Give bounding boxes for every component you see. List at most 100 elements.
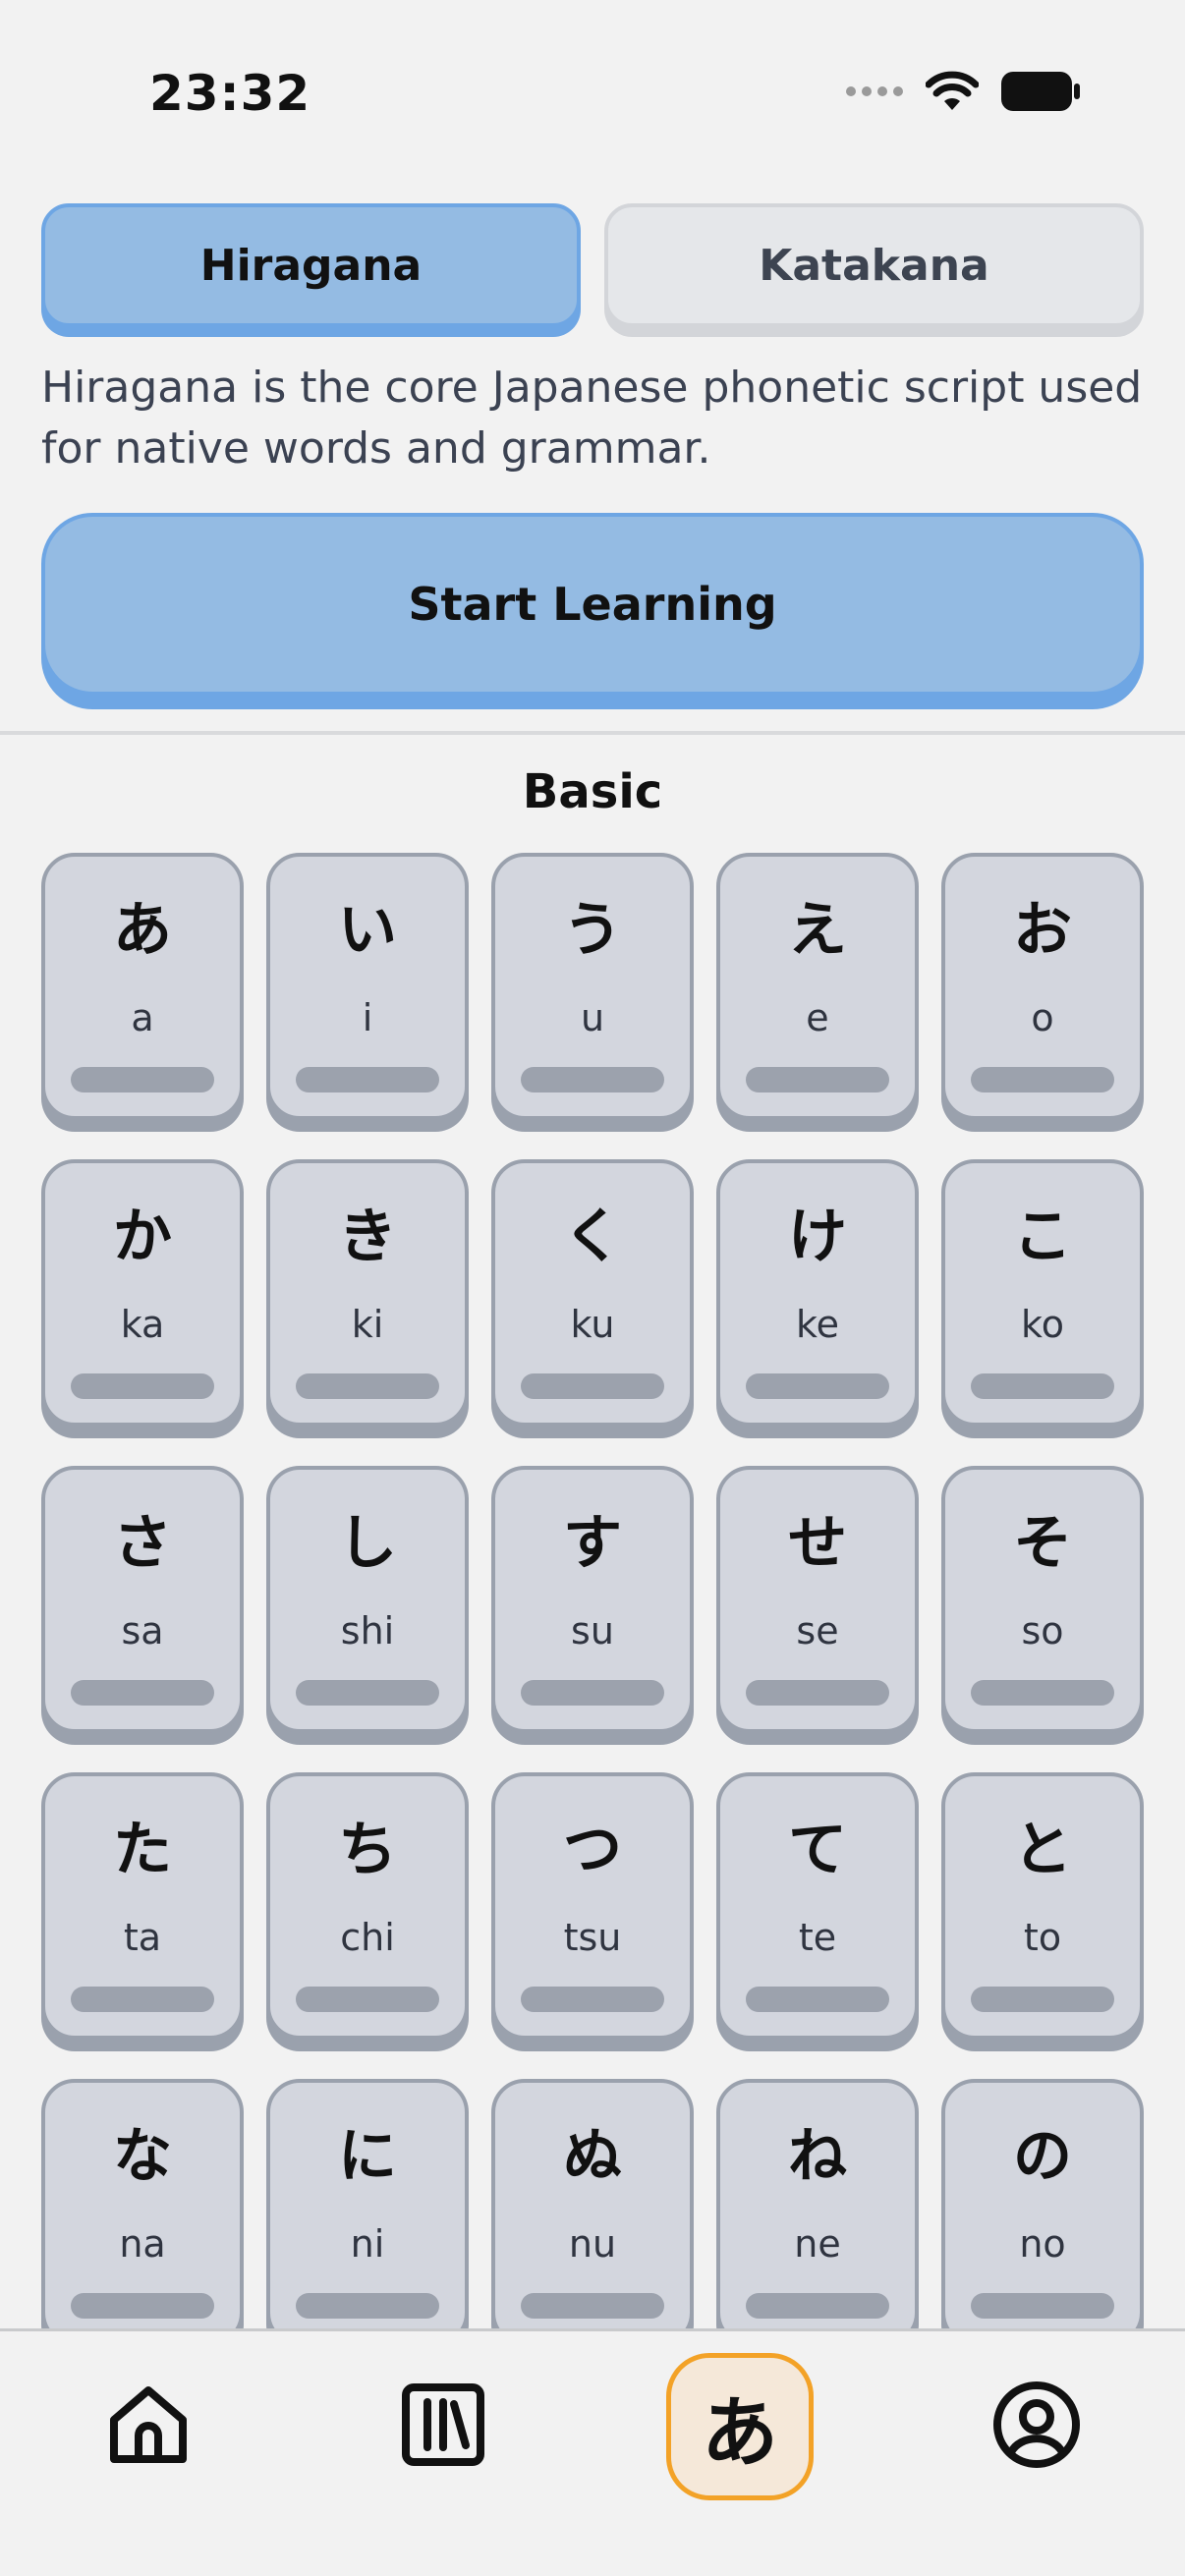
kana-icon: あ bbox=[666, 2353, 814, 2500]
kana-character: な bbox=[113, 2122, 172, 2191]
progress-bar bbox=[971, 2293, 1114, 2319]
romaji-label: a bbox=[131, 996, 154, 1039]
tab-home[interactable] bbox=[75, 2353, 222, 2500]
kana-card[interactable]: た ta bbox=[41, 1772, 244, 2040]
romaji-label: nu bbox=[568, 2222, 617, 2266]
romaji-label: chi bbox=[340, 1916, 395, 1959]
progress-bar bbox=[746, 1680, 889, 1706]
kana-character: し bbox=[338, 1509, 397, 1578]
progress-bar bbox=[746, 1067, 889, 1092]
romaji-label: ke bbox=[795, 1303, 840, 1346]
kana-card[interactable]: て te bbox=[716, 1772, 919, 2040]
status-time: 23:32 bbox=[149, 65, 311, 122]
kana-card[interactable]: えe bbox=[716, 853, 919, 1120]
library-icon bbox=[401, 2382, 485, 2471]
romaji-label: no bbox=[1019, 2222, 1066, 2266]
kana-card[interactable]: さ sa bbox=[41, 1466, 244, 1733]
romaji-label: shi bbox=[340, 1609, 395, 1652]
progress-bar bbox=[521, 1987, 664, 2012]
home-icon bbox=[104, 2380, 193, 2473]
progress-bar bbox=[746, 1987, 889, 2012]
kana-card[interactable]: せ se bbox=[716, 1466, 919, 1733]
kana-card[interactable]: いi bbox=[266, 853, 469, 1120]
progress-bar bbox=[296, 1680, 439, 1706]
romaji-label: ku bbox=[570, 1303, 615, 1346]
kana-character: す bbox=[563, 1509, 622, 1578]
section-divider bbox=[0, 731, 1185, 735]
progress-bar bbox=[71, 1067, 214, 1092]
progress-bar bbox=[71, 1987, 214, 2012]
kana-card[interactable]: す su bbox=[491, 1466, 694, 1733]
romaji-label: e bbox=[806, 996, 829, 1039]
kana-character: に bbox=[338, 2122, 397, 2191]
romaji-label: ne bbox=[794, 2222, 841, 2266]
romaji-label: ki bbox=[351, 1303, 384, 1346]
progress-bar bbox=[971, 1067, 1114, 1092]
kana-card[interactable]: おo bbox=[941, 853, 1144, 1120]
progress-bar bbox=[746, 1373, 889, 1399]
kana-character: か bbox=[113, 1203, 172, 1271]
kana-card[interactable]: に ni bbox=[266, 2079, 469, 2328]
kana-card[interactable]: し shi bbox=[266, 1466, 469, 1733]
kana-character: け bbox=[788, 1203, 847, 1271]
kana-card[interactable]: の no bbox=[941, 2079, 1144, 2328]
kana-card[interactable]: く ku bbox=[491, 1159, 694, 1427]
kana-card[interactable]: あa bbox=[41, 853, 244, 1120]
kana-card[interactable]: ね ne bbox=[716, 2079, 919, 2328]
romaji-label: ta bbox=[123, 1916, 162, 1959]
kana-character: ち bbox=[338, 1816, 397, 1884]
profile-icon bbox=[991, 2380, 1082, 2474]
romaji-label: ni bbox=[350, 2222, 385, 2266]
tab-library[interactable] bbox=[369, 2353, 517, 2500]
progress-bar bbox=[521, 1067, 664, 1092]
progress-bar bbox=[521, 2293, 664, 2319]
kana-card[interactable]: け ke bbox=[716, 1159, 919, 1427]
kana-character: こ bbox=[1013, 1203, 1072, 1271]
kana-character: ぬ bbox=[563, 2122, 622, 2191]
progress-bar bbox=[296, 1067, 439, 1092]
romaji-label: ka bbox=[120, 1303, 165, 1346]
romaji-label: te bbox=[798, 1916, 837, 1959]
kana-character: う bbox=[563, 896, 622, 965]
kana-card[interactable]: か ka bbox=[41, 1159, 244, 1427]
kana-card[interactable]: つ tsu bbox=[491, 1772, 694, 2040]
kana-character: ね bbox=[788, 2122, 847, 2191]
romaji-label: ko bbox=[1021, 1303, 1064, 1346]
kana-character: く bbox=[563, 1203, 622, 1271]
kana-character: さ bbox=[113, 1509, 172, 1578]
kana-character: い bbox=[338, 896, 397, 965]
kana-character: て bbox=[788, 1816, 847, 1884]
wifi-icon bbox=[925, 71, 980, 116]
progress-bar bbox=[521, 1680, 664, 1706]
kana-card[interactable]: ち chi bbox=[266, 1772, 469, 2040]
kana-character: と bbox=[1013, 1816, 1072, 1884]
kana-character: た bbox=[113, 1816, 172, 1884]
progress-bar bbox=[71, 1680, 214, 1706]
hiragana-tab[interactable]: Hiragana bbox=[41, 203, 581, 327]
kana-character: え bbox=[788, 896, 847, 965]
progress-bar bbox=[296, 1987, 439, 2012]
kana-character: せ bbox=[788, 1509, 847, 1578]
start-learning-button[interactable]: Start Learning bbox=[41, 513, 1144, 696]
kana-card[interactable]: こ ko bbox=[941, 1159, 1144, 1427]
tab-kana[interactable]: あ bbox=[666, 2353, 814, 2500]
kana-card[interactable]: な na bbox=[41, 2079, 244, 2328]
kana-card[interactable]: そ so bbox=[941, 1466, 1144, 1733]
tab-profile[interactable] bbox=[963, 2353, 1110, 2500]
kana-card[interactable]: ぬ nu bbox=[491, 2079, 694, 2328]
romaji-label: o bbox=[1031, 996, 1054, 1039]
kana-character: の bbox=[1013, 2122, 1072, 2191]
romaji-label: na bbox=[119, 2222, 166, 2266]
katakana-tab[interactable]: Katakana bbox=[604, 203, 1144, 327]
kana-card[interactable]: き ki bbox=[266, 1159, 469, 1427]
progress-bar bbox=[971, 1680, 1114, 1706]
romaji-label: tsu bbox=[563, 1916, 622, 1959]
script-description: Hiragana is the core Japanese phonetic s… bbox=[41, 363, 1143, 474]
kana-card[interactable]: うu bbox=[491, 853, 694, 1120]
status-icons bbox=[845, 71, 1081, 116]
kana-card[interactable]: と to bbox=[941, 1772, 1144, 2040]
progress-bar bbox=[971, 1373, 1114, 1399]
romaji-label: su bbox=[571, 1609, 614, 1652]
romaji-label: to bbox=[1023, 1916, 1062, 1959]
romaji-label: i bbox=[362, 996, 373, 1039]
